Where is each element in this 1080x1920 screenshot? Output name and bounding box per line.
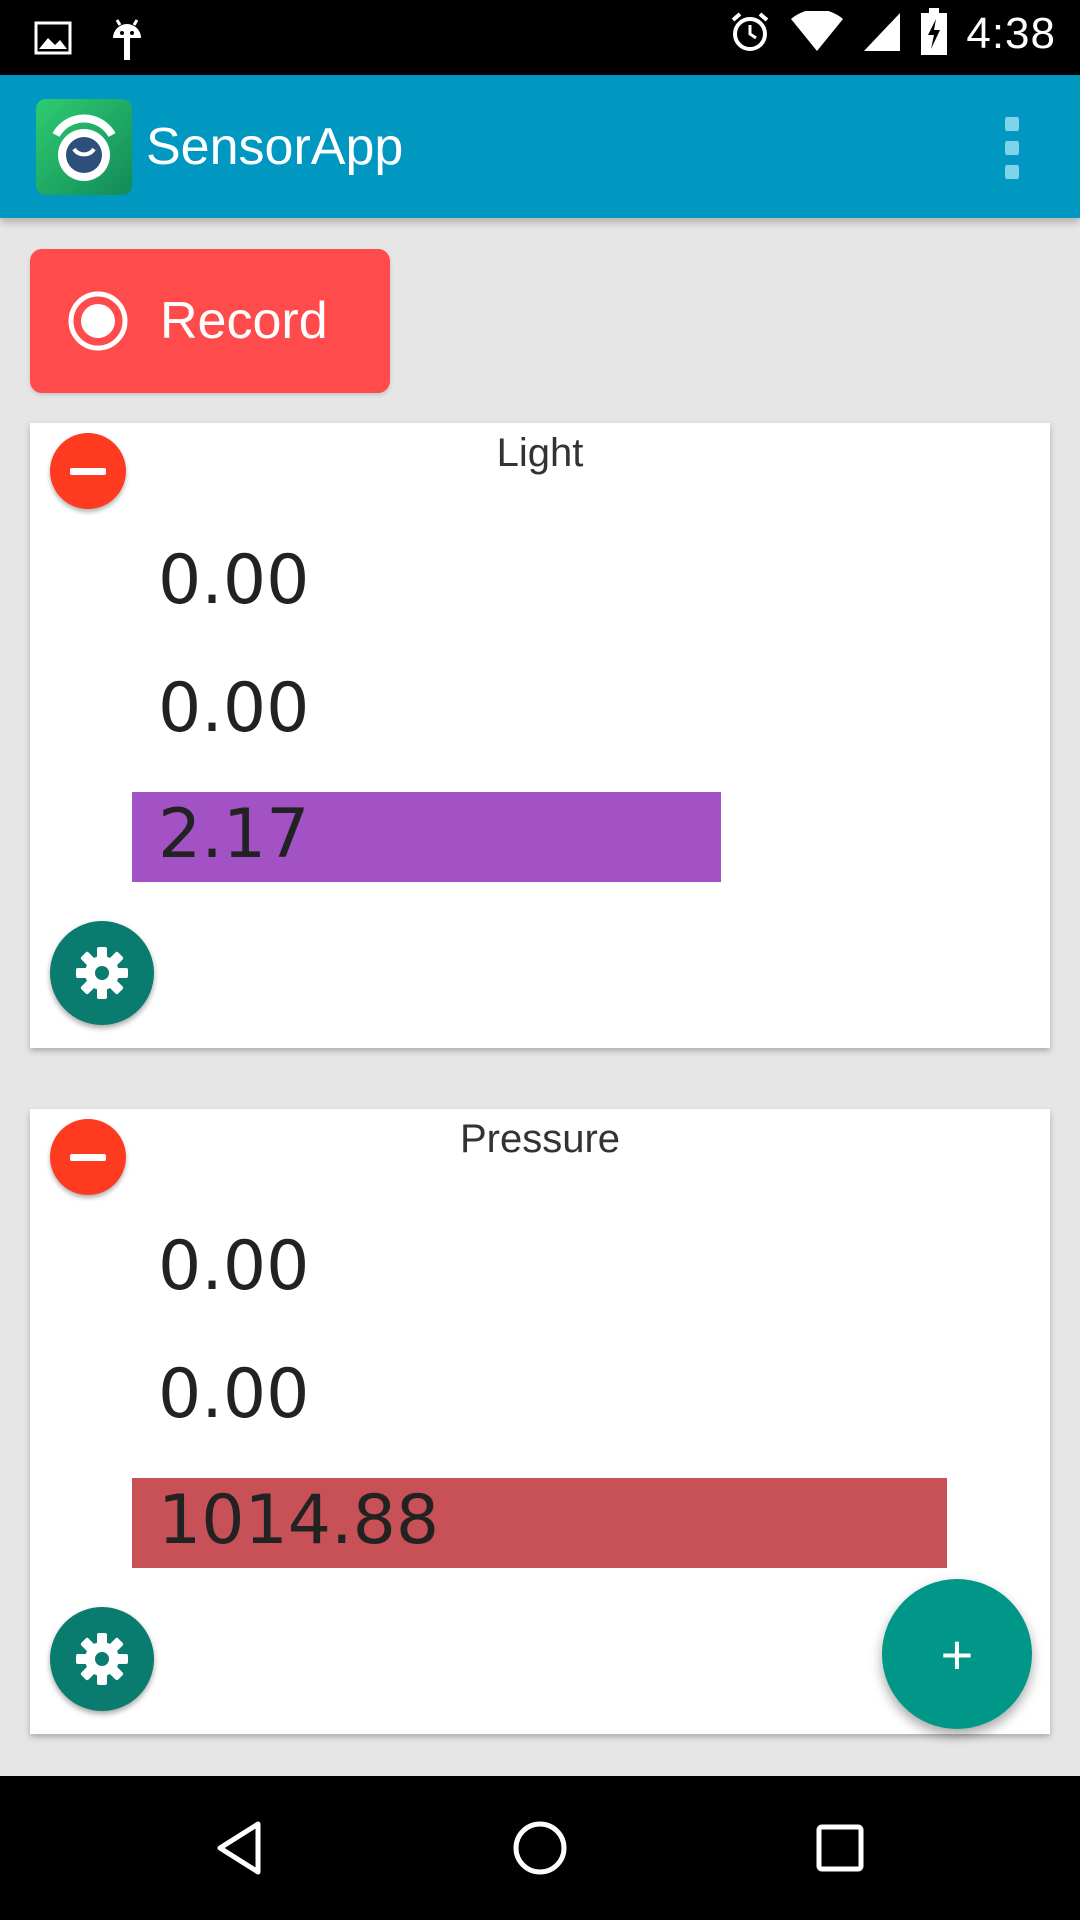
android-notification-icon: [110, 14, 144, 66]
app-title: SensorApp: [146, 118, 404, 176]
battery-charging-icon: [920, 8, 948, 60]
navigation-bar: [0, 1776, 1080, 1920]
cell-signal-icon: [862, 11, 902, 57]
alarm-icon: [728, 10, 772, 58]
sensor-title: Pressure: [459, 1117, 621, 1161]
status-bar: 4:38: [0, 0, 1080, 75]
sensor-value-1: 0.00: [158, 541, 310, 620]
sensor-value-1: 0.00: [158, 1227, 310, 1306]
add-sensor-fab[interactable]: +: [882, 1579, 1032, 1729]
recents-icon: [816, 1824, 864, 1872]
record-icon: [68, 291, 128, 351]
sensor-bar-value: 2.17: [158, 795, 310, 874]
recents-button[interactable]: [750, 1776, 930, 1920]
app-bar: SensorApp: [0, 75, 1080, 218]
overflow-menu-button[interactable]: [992, 113, 1032, 183]
record-button[interactable]: Record: [30, 249, 390, 393]
sensor-bar-value: 1014.88: [158, 1481, 440, 1560]
wifi-icon: [790, 9, 844, 57]
sensor-settings-button[interactable]: [50, 1607, 154, 1711]
back-icon: [217, 1821, 261, 1875]
app-logo-icon: [36, 99, 132, 195]
gear-icon: [76, 1633, 128, 1685]
sensor-value-2: 0.00: [158, 669, 310, 748]
image-notification-icon: [34, 21, 72, 59]
sensor-card-light: Light 0.00 0.00 2.17: [30, 423, 1050, 1048]
sensor-value-2: 0.00: [158, 1355, 310, 1434]
gear-icon: [76, 947, 128, 999]
record-label: Record: [160, 292, 328, 350]
clock-time: 4:38: [966, 9, 1056, 58]
home-icon: [513, 1821, 567, 1875]
sensor-settings-button[interactable]: [50, 921, 154, 1025]
sensor-title: Light: [496, 431, 584, 475]
home-button[interactable]: [450, 1776, 630, 1920]
back-button[interactable]: [150, 1776, 330, 1920]
